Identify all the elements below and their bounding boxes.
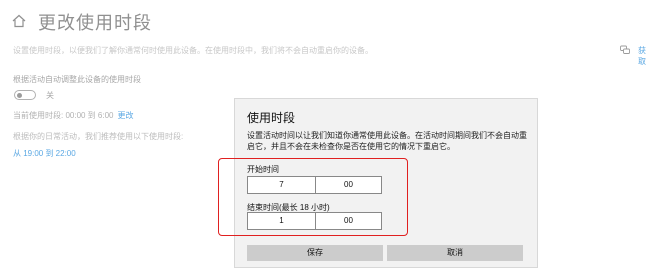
dialog-description: 设置活动时间以让我们知道你通常使用此设备。在活动时间期间我们不会自动重启它，并且… (247, 131, 527, 151)
cancel-button[interactable]: 取消 (387, 245, 523, 261)
highlight-annotation (218, 158, 408, 236)
save-button[interactable]: 保存 (247, 245, 383, 261)
dialog-title: 使用时段 (247, 111, 296, 125)
